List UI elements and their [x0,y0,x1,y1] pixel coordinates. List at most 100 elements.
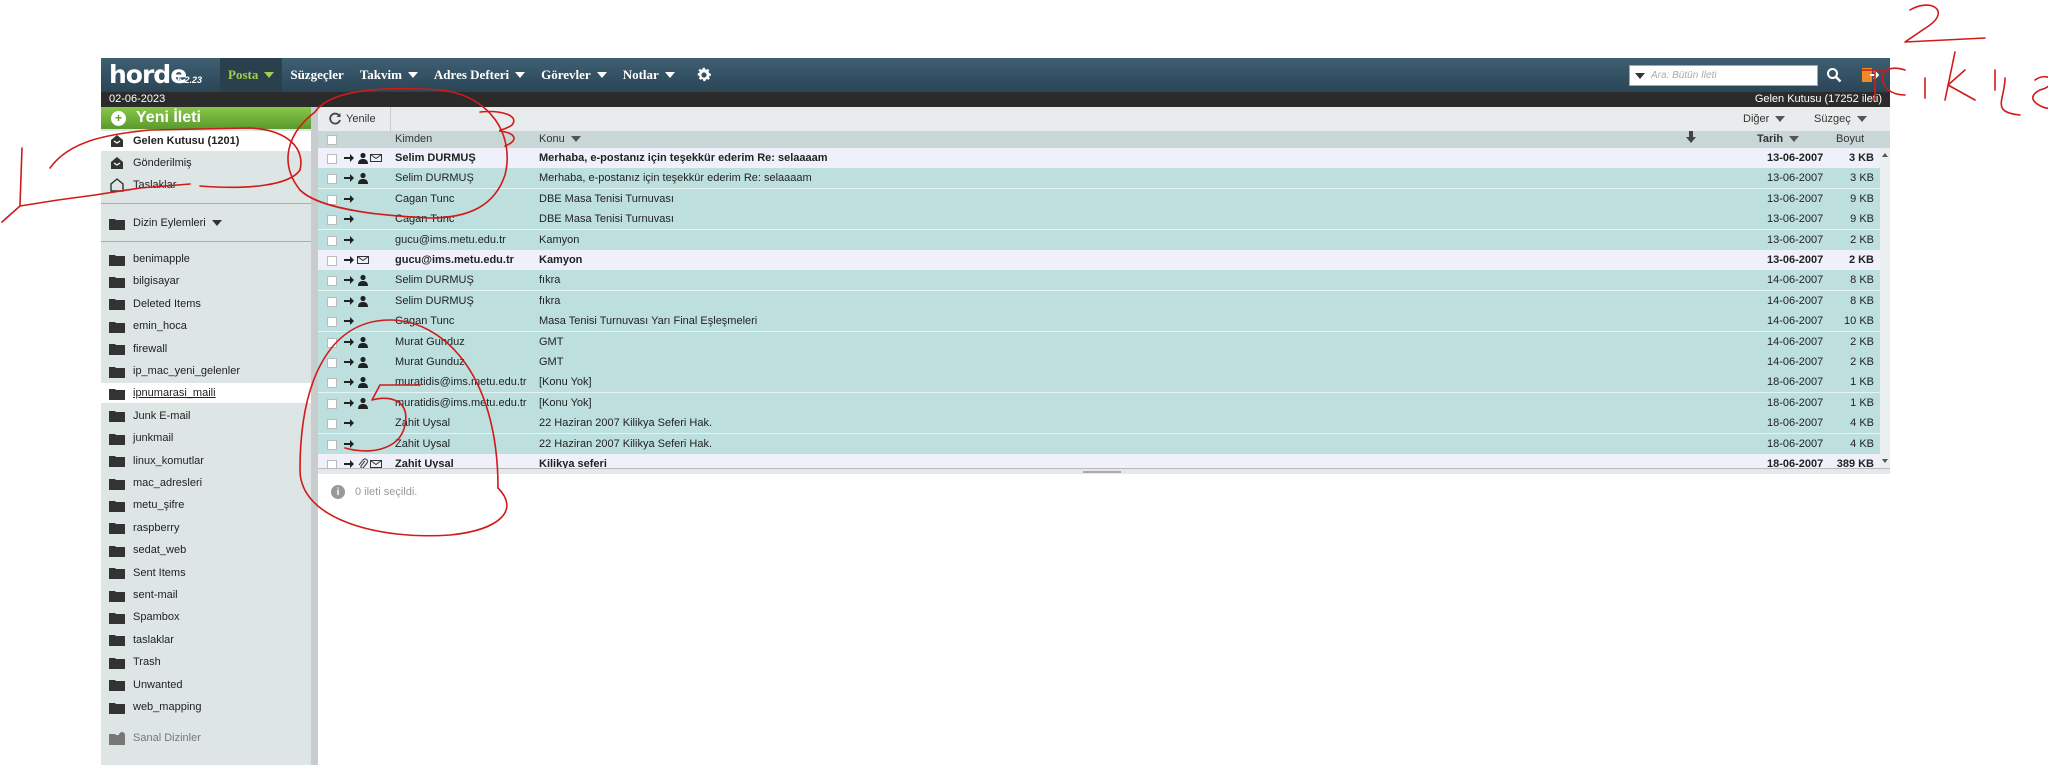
table-row[interactable]: Cagan Tunc DBE Masa Tenisi Turnuvası 13-06… [318,188,1880,210]
folder-label: Spambox [133,611,180,624]
table-row[interactable]: gucu@ims.metu.edu.tr Kamyon 13-06-2007 2 KB [318,250,1880,271]
sidebar-folder[interactable]: benimapple [101,249,311,269]
row-checkbox[interactable] [327,296,337,307]
folder-label: linux_komutlar [133,454,204,467]
sidebar-folder[interactable]: metu_şifre [101,495,311,515]
search-scope-dropdown[interactable] [1635,72,1645,79]
sidebar-folder[interactable]: Junk E-mail [101,406,311,426]
menu-notlar[interactable]: Notlar [615,58,683,92]
menu-takvim[interactable]: Takvim [352,58,426,92]
table-row[interactable]: Murat Gunduz GMT 14-06-2007 2 KB [318,331,1880,353]
sidebar-folder[interactable]: linux_komutlar [101,451,311,471]
row-checkbox[interactable] [327,194,337,205]
folder-label: Gönderilmiş [133,157,192,169]
chevron-down-icon [1789,136,1800,142]
horde-logo[interactable]: horde [109,60,187,90]
row-checkbox[interactable] [327,174,337,185]
folder-icon [109,454,125,468]
sidebar-folder[interactable]: Unwanted [101,675,311,695]
row-checkbox[interactable] [327,215,337,226]
forward-arrow-icon [344,317,354,326]
row-subject: Merhaba, e-postanız için teşekkür ederim… [539,152,828,164]
table-row[interactable]: muratidis@ims.metu.edu.tr [Konu Yok] 18-06… [318,372,1880,394]
row-date: 14-06-2007 [1767,315,1824,328]
sidebar-folder[interactable]: web_mapping [101,697,311,717]
folder-sent[interactable]: Gönderilmiş [101,153,311,173]
search-icon[interactable] [1823,64,1845,86]
sidebar-folder[interactable]: firewall [101,339,311,359]
table-row[interactable]: Zahit Uysal 22 Haziran 2007 Kilikya Sefer… [318,433,1880,455]
table-row[interactable]: Selim DURMUŞ Merhaba, e-postanız için teş… [318,148,1880,169]
row-checkbox[interactable] [327,154,337,164]
sidebar-folder[interactable]: Spambox [101,607,311,627]
column-from[interactable]: Kimden [395,131,432,148]
row-from: Murat Gunduz [395,356,465,368]
table-row[interactable]: Cagan Tunc Masa Tenisi Turnuvası Yarı Fin… [318,311,1880,333]
preview-pane: i 0 ileti seçildi. [318,474,1890,765]
list-scrollbar[interactable] [1880,148,1890,468]
row-date: 18-06-2007 [1767,396,1824,409]
virtual-folders[interactable]: Sanal Dizinler [101,728,311,748]
row-subject: [Konu Yok] [539,376,592,389]
search-input[interactable] [1651,70,1811,81]
person-icon [358,397,368,409]
sidebar-folder[interactable]: Sent Items [101,563,311,583]
sidebar-folder[interactable]: taslaklar [101,630,311,650]
column-subject[interactable]: Konu [539,131,581,148]
table-row[interactable]: Murat Gunduz GMT 14-06-2007 2 KB [318,352,1880,373]
row-checkbox[interactable] [327,235,337,246]
sidebar-folder[interactable]: Trash [101,652,311,672]
row-checkbox[interactable] [327,378,337,389]
sidebar-folder[interactable]: mac_adresleri [101,473,311,493]
row-checkbox[interactable] [327,439,337,450]
sidebar-folder[interactable]: sent-mail [101,585,311,605]
sidebar-folder[interactable]: ipnumarasi_maili [101,383,311,404]
folder-drafts[interactable]: Taslaklar [101,175,311,195]
folder-actions-menu[interactable]: Dizin Eylemleri [101,213,311,233]
gear-icon[interactable] [693,64,715,86]
forward-arrow-icon [344,358,354,366]
divider [101,203,311,204]
folder-icon [109,319,125,333]
menu-posta[interactable]: Posta [220,58,283,92]
column-size[interactable]: Boyut [1836,131,1864,148]
folder-inbox[interactable]: Gelen Kutusu (1201) [101,131,311,151]
other-menu-button[interactable]: Diğer [1743,107,1786,131]
row-checkbox[interactable] [327,256,337,266]
folder-label: Sent Items [133,566,186,579]
table-row[interactable]: Selim DURMUŞ fıkra 14-06-2007 8 KB [318,290,1880,312]
column-date[interactable]: Tarih [1757,131,1800,148]
row-size: 2 KB [1850,233,1874,246]
table-row[interactable]: Selim DURMUŞ Merhaba, e-postanız için teş… [318,168,1880,190]
sidebar-folder[interactable]: raspberry [101,518,311,538]
new-message-button[interactable]: + Yeni İleti [101,107,311,129]
sidebar-folder[interactable]: junkmail [101,428,311,448]
row-checkbox[interactable] [327,276,337,287]
row-checkbox[interactable] [327,337,337,348]
sidebar-folder[interactable]: Deleted Items [101,294,311,314]
thread-sort-icon[interactable] [1686,131,1696,148]
table-row[interactable]: Selim DURMUŞ fıkra 14-06-2007 8 KB [318,270,1880,292]
menu-adres-defteri[interactable]: Adres Defteri [426,58,533,92]
row-checkbox[interactable] [327,398,337,409]
table-row[interactable]: Cagan Tunc DBE Masa Tenisi Turnuvası 13-06… [318,209,1880,231]
table-row[interactable]: Zahit Uysal 22 Haziran 2007 Kilikya Sefer… [318,413,1880,435]
table-row[interactable]: gucu@ims.metu.edu.tr Kamyon 13-06-2007 2 KB [318,229,1880,251]
row-checkbox[interactable] [327,358,337,368]
sidebar-folder[interactable]: emin_hoca [101,316,311,336]
sidebar-folder[interactable]: sedat_web [101,540,311,560]
logout-icon[interactable] [1859,64,1881,86]
sidebar-folder[interactable]: bilgisayar [101,271,311,291]
refresh-button[interactable]: Yenile [318,107,391,131]
sidebar-folder[interactable]: ip_mac_yeni_gelenler [101,361,311,381]
row-from: Zahit Uysal [395,417,451,430]
row-checkbox[interactable] [327,317,337,328]
menu-gorevler[interactable]: Görevler [533,58,615,92]
filter-menu-button[interactable]: Süzgeç [1814,107,1867,131]
select-all-checkbox[interactable] [327,135,337,145]
table-row[interactable]: muratidis@ims.metu.edu.tr [Konu Yok] 18-06… [318,392,1880,414]
row-checkbox[interactable] [327,419,337,430]
folder-icon [109,521,125,535]
menu-suzgecler[interactable]: Süzgeçler [282,58,351,92]
folder-icon [109,476,125,490]
